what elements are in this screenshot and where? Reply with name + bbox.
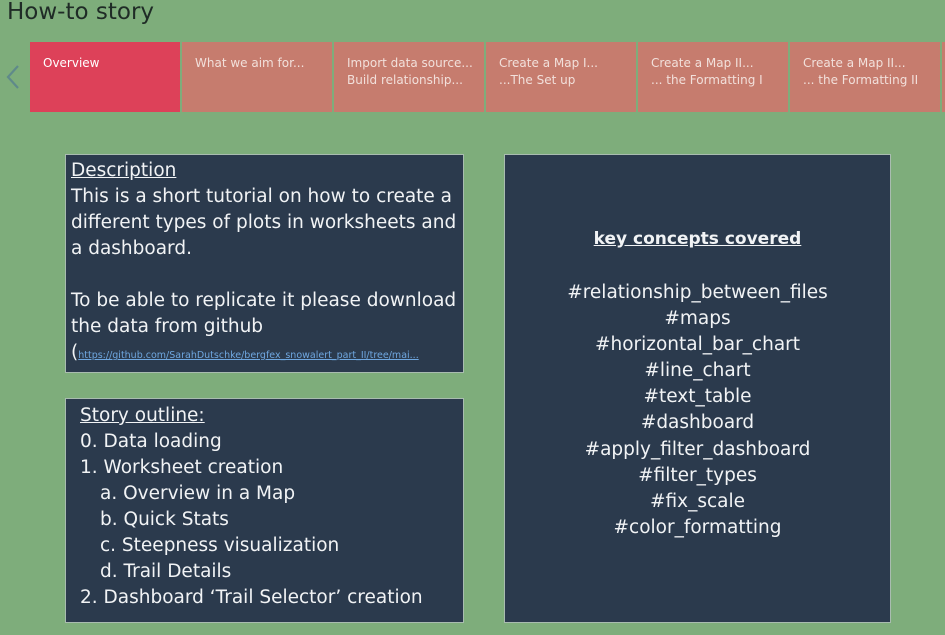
description-text: This is a short tutorial on how to creat… <box>71 186 457 259</box>
story-navigator: Overview What we aim for... Import data … <box>30 42 945 112</box>
story-outline-panel: Story outline: 0. Data loading 1. Worksh… <box>66 399 463 622</box>
story-point-tab[interactable]: Import data source... Build relationship… <box>334 42 484 112</box>
concept-tag: #color_formatting <box>613 516 782 538</box>
concept-tag: #dashboard <box>640 412 755 434</box>
concept-tag: #relationship_between_files <box>567 282 828 303</box>
download-instructions: To be able to replicate it please downlo… <box>71 290 457 337</box>
key-concepts-heading: key concepts covered <box>593 229 802 249</box>
tab-label-line1: Create a Map II... <box>651 56 754 70</box>
tab-label-line2: ... the Formatting II <box>803 73 919 87</box>
story-point-tab[interactable]: Create a Map II... ... the Formatting I <box>638 42 788 112</box>
outline-item: 1. Worksheet creation <box>80 457 284 478</box>
outline-subitem: c. Steepness visualization <box>100 535 340 556</box>
concept-tag: #filter_types <box>638 464 757 486</box>
story-point-tab[interactable]: Create a Map II... ... the Formatting II <box>790 42 940 112</box>
tab-label-line1: Create a Map I... <box>499 56 598 70</box>
key-concepts-list: #relationship_between_files #maps #horiz… <box>505 280 890 541</box>
chevron-left-icon <box>6 65 19 89</box>
description-panel: Description This is a short tutorial on … <box>66 155 463 372</box>
tab-label-line1: What we aim for... <box>195 56 305 70</box>
story-point-tab[interactable]: Create a Map I... ...The Set up <box>486 42 636 112</box>
story-title: How-to story <box>7 0 155 25</box>
key-concepts-panel: key concepts covered #relationship_betwe… <box>505 155 890 622</box>
story-point-tab[interactable]: Overview <box>30 42 180 112</box>
outline-subitem: a. Overview in a Map <box>100 483 296 504</box>
tab-label-line2: Build relationship... <box>347 73 463 87</box>
concept-tag: #fix_scale <box>649 490 746 512</box>
concept-tag: #text_table <box>643 386 752 408</box>
outline-item: 2. Dashboard ‘Trail Selector’ creation <box>80 587 423 608</box>
concept-tag: #apply_filter_dashboard <box>584 438 811 460</box>
previous-story-point-button[interactable] <box>2 60 24 94</box>
story-point-tab[interactable]: What we aim for... <box>182 42 332 112</box>
concept-tag: #maps <box>664 308 731 330</box>
description-heading: Description <box>71 160 177 181</box>
tab-label-line2: ... the Formatting I <box>651 73 763 87</box>
github-link-line: (https://github.com/SarahDutschke/bergfe… <box>71 340 458 369</box>
concept-tag: #horizontal_bar_chart <box>594 334 801 356</box>
github-link[interactable]: https://github.com/SarahDutschke/bergfex… <box>78 350 419 361</box>
outline-subitem: d. Trail Details <box>100 561 232 582</box>
tab-label-line1: Import data source... <box>347 56 473 70</box>
outline-heading: Story outline: <box>80 405 205 426</box>
tab-label-line1: Overview <box>43 56 100 70</box>
outline-item: 0. Data loading <box>80 431 222 452</box>
outline-subitem: b. Quick Stats <box>100 509 229 530</box>
concept-tag: #line_chart <box>644 360 751 382</box>
tab-label-line1: Create a Map II... <box>803 56 906 70</box>
tab-label-line2: ...The Set up <box>499 73 576 87</box>
